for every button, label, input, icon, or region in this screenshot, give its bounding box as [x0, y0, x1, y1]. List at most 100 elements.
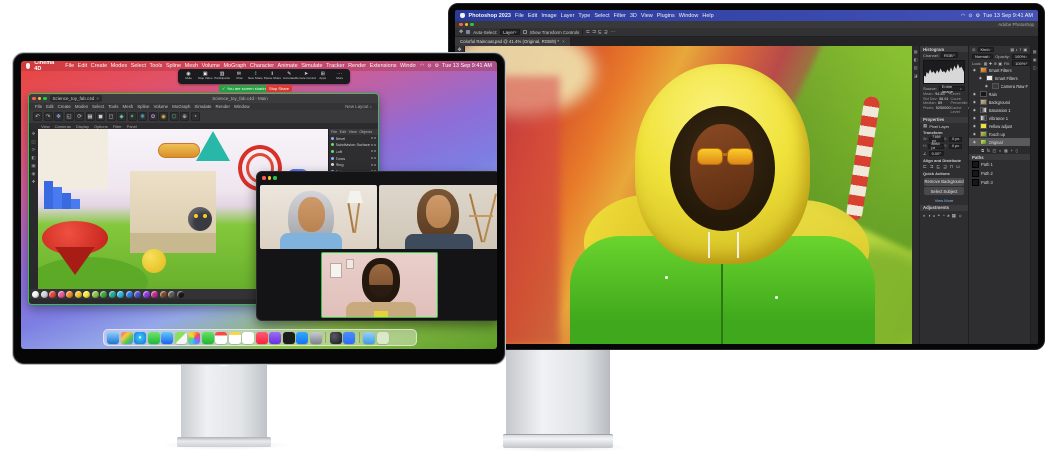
- app-menu-item[interactable]: Simulate: [194, 104, 211, 109]
- menubar-menu-item[interactable]: Image: [541, 13, 556, 19]
- adjustment-icon[interactable]: ◓: [937, 213, 940, 219]
- status-icon[interactable]: ◠: [961, 13, 965, 19]
- dock-app-icon[interactable]: [242, 332, 254, 344]
- side-tool-button[interactable]: ◉: [32, 171, 36, 177]
- transform-field[interactable]: W:7188 px: [923, 137, 944, 143]
- toolbar-button[interactable]: ◻: [107, 112, 116, 121]
- toolbar-button[interactable]: ✥: [54, 112, 63, 121]
- menubar-menu-item[interactable]: Filter: [614, 13, 626, 19]
- material-swatch[interactable]: [83, 291, 90, 298]
- layer-row[interactable]: Background: [969, 98, 1030, 106]
- menubar-menu-item[interactable]: Render: [348, 63, 366, 69]
- app-menu-item[interactable]: Tools: [108, 104, 118, 109]
- dock-app-icon[interactable]: [269, 332, 281, 344]
- dock-app-icon[interactable]: [161, 332, 173, 344]
- toolbar-button[interactable]: ✦: [128, 112, 137, 121]
- filter-icon[interactable]: ◐: [1016, 47, 1018, 52]
- view-more-link[interactable]: View More: [920, 198, 968, 203]
- material-swatch[interactable]: [126, 291, 133, 298]
- layer-visibility-eye[interactable]: [971, 92, 978, 96]
- object-row[interactable]: Ring: [329, 161, 378, 168]
- collapsed-panel-icon[interactable]: ▦: [914, 49, 918, 54]
- side-tool-button[interactable]: ▣: [31, 163, 35, 169]
- material-swatch[interactable]: [92, 291, 99, 298]
- transform-field[interactable]: Y:0 px: [944, 144, 965, 150]
- filter-icon[interactable]: T: [1019, 47, 1021, 52]
- tab-close-icon[interactable]: ×: [96, 96, 99, 101]
- app-menu-item[interactable]: Modes: [75, 104, 88, 109]
- dock-app-icon[interactable]: [148, 332, 160, 344]
- quick-action-button[interactable]: Remove Background: [924, 178, 964, 186]
- lock-icon[interactable]: ⊕: [994, 61, 997, 66]
- toolbar-button[interactable]: ↷: [44, 112, 53, 121]
- layers-footer-icon[interactable]: fx: [987, 148, 990, 153]
- toolbar-button[interactable]: ◼: [96, 112, 105, 121]
- align-icon[interactable]: ⊏: [923, 164, 927, 170]
- dock-app-icon[interactable]: [296, 332, 308, 344]
- app-menu-item[interactable]: MoGraph: [172, 104, 190, 109]
- layer-row[interactable]: Smart Filters: [969, 66, 1030, 74]
- layer-visibility-eye[interactable]: [971, 140, 978, 144]
- menubar-menu-item[interactable]: Edit: [528, 13, 537, 19]
- layers-footer-icon[interactable]: ◰: [993, 148, 997, 153]
- layer-row[interactable]: Yellow adjust: [969, 122, 1030, 130]
- path-row[interactable]: Path 3: [969, 178, 1030, 187]
- menubar-app-name[interactable]: Photoshop 2023: [469, 13, 511, 19]
- objects-menu-item[interactable]: Objects: [359, 130, 372, 134]
- side-tool-button[interactable]: ✥: [32, 131, 36, 137]
- toolbar-button[interactable]: ◆: [117, 112, 126, 121]
- zoom-control-button[interactable]: ⋯ More: [332, 72, 348, 82]
- toolbar-button[interactable]: ❋: [138, 112, 147, 121]
- align-icon[interactable]: ⊔: [956, 164, 959, 170]
- object-row[interactable]: Torus: [329, 155, 378, 162]
- material-swatch[interactable]: [32, 291, 39, 298]
- objects-menu-item[interactable]: View: [349, 130, 357, 134]
- viewport-menu-item[interactable]: Display: [76, 124, 89, 129]
- path-row[interactable]: Path 2: [969, 169, 1030, 178]
- dock-app-icon[interactable]: [256, 332, 268, 344]
- status-icon[interactable]: ⚙: [976, 13, 980, 19]
- auto-select-checkbox[interactable]: [466, 30, 470, 34]
- layers-footer-icon[interactable]: ◐: [999, 148, 1002, 153]
- material-swatch[interactable]: [134, 291, 141, 298]
- layer-row[interactable]: Original: [969, 138, 1030, 146]
- layer-row[interactable]: Touch up: [969, 130, 1030, 138]
- zoom-control-button[interactable]: ⊞ Apps: [315, 72, 331, 82]
- menubar-menu-item[interactable]: Window: [400, 63, 416, 69]
- material-swatch[interactable]: [100, 291, 107, 298]
- app-menu-item[interactable]: Mesh: [122, 104, 133, 109]
- toolbar-button[interactable]: ✿: [149, 112, 158, 121]
- participant-tile-man-active-speaker[interactable]: [321, 252, 438, 318]
- layer-visibility-eye[interactable]: [971, 116, 978, 120]
- collapsed-panel-icon[interactable]: ▥: [914, 65, 918, 70]
- menubar-menu-item[interactable]: Select: [594, 13, 609, 19]
- layer-row[interactable]: Smart Filters: [969, 74, 1030, 82]
- tab-close-icon[interactable]: ×: [562, 39, 565, 44]
- zoom-control-button[interactable]: ‖ Pause Share: [264, 72, 280, 82]
- menubar-clock[interactable]: Tue 13 Sep 9:41 AM: [983, 13, 1033, 19]
- side-tool-button[interactable]: ✚: [32, 179, 36, 185]
- adjustment-icon[interactable]: ◑: [928, 213, 931, 219]
- layer-row[interactable]: Saturation 1: [969, 106, 1030, 114]
- app-menu-item[interactable]: File: [35, 104, 42, 109]
- align-icon[interactable]: ⊓: [950, 164, 953, 170]
- layers-footer-icon[interactable]: ▯: [1015, 148, 1017, 153]
- menubar-menu-item[interactable]: Type: [578, 13, 590, 19]
- opacity-value[interactable]: 100%: [1012, 54, 1031, 60]
- lock-icon[interactable]: ▦: [984, 61, 988, 66]
- side-tool-button[interactable]: ◧: [31, 155, 35, 161]
- apple-logo-icon[interactable]: [26, 63, 30, 69]
- dock-app-icon[interactable]: [363, 332, 375, 344]
- layer-visibility-eye[interactable]: [971, 124, 978, 128]
- layer-visibility-eye[interactable]: [971, 68, 978, 72]
- layer-row[interactable]: Vibrance 1: [969, 114, 1030, 122]
- menubar-menu-item[interactable]: Layer: [561, 13, 575, 19]
- toolbar-button[interactable]: ▦: [86, 112, 95, 121]
- blend-mode-dropdown[interactable]: Normal: [972, 54, 993, 60]
- layers-footer-icon[interactable]: +: [1010, 148, 1012, 153]
- material-swatch[interactable]: [168, 291, 175, 298]
- lock-icon[interactable]: ▣: [998, 61, 1002, 66]
- menubar-menu-item[interactable]: Extensions: [370, 63, 397, 69]
- auto-select-dropdown[interactable]: Layer: [500, 29, 520, 35]
- dock-app-icon[interactable]: [377, 332, 389, 344]
